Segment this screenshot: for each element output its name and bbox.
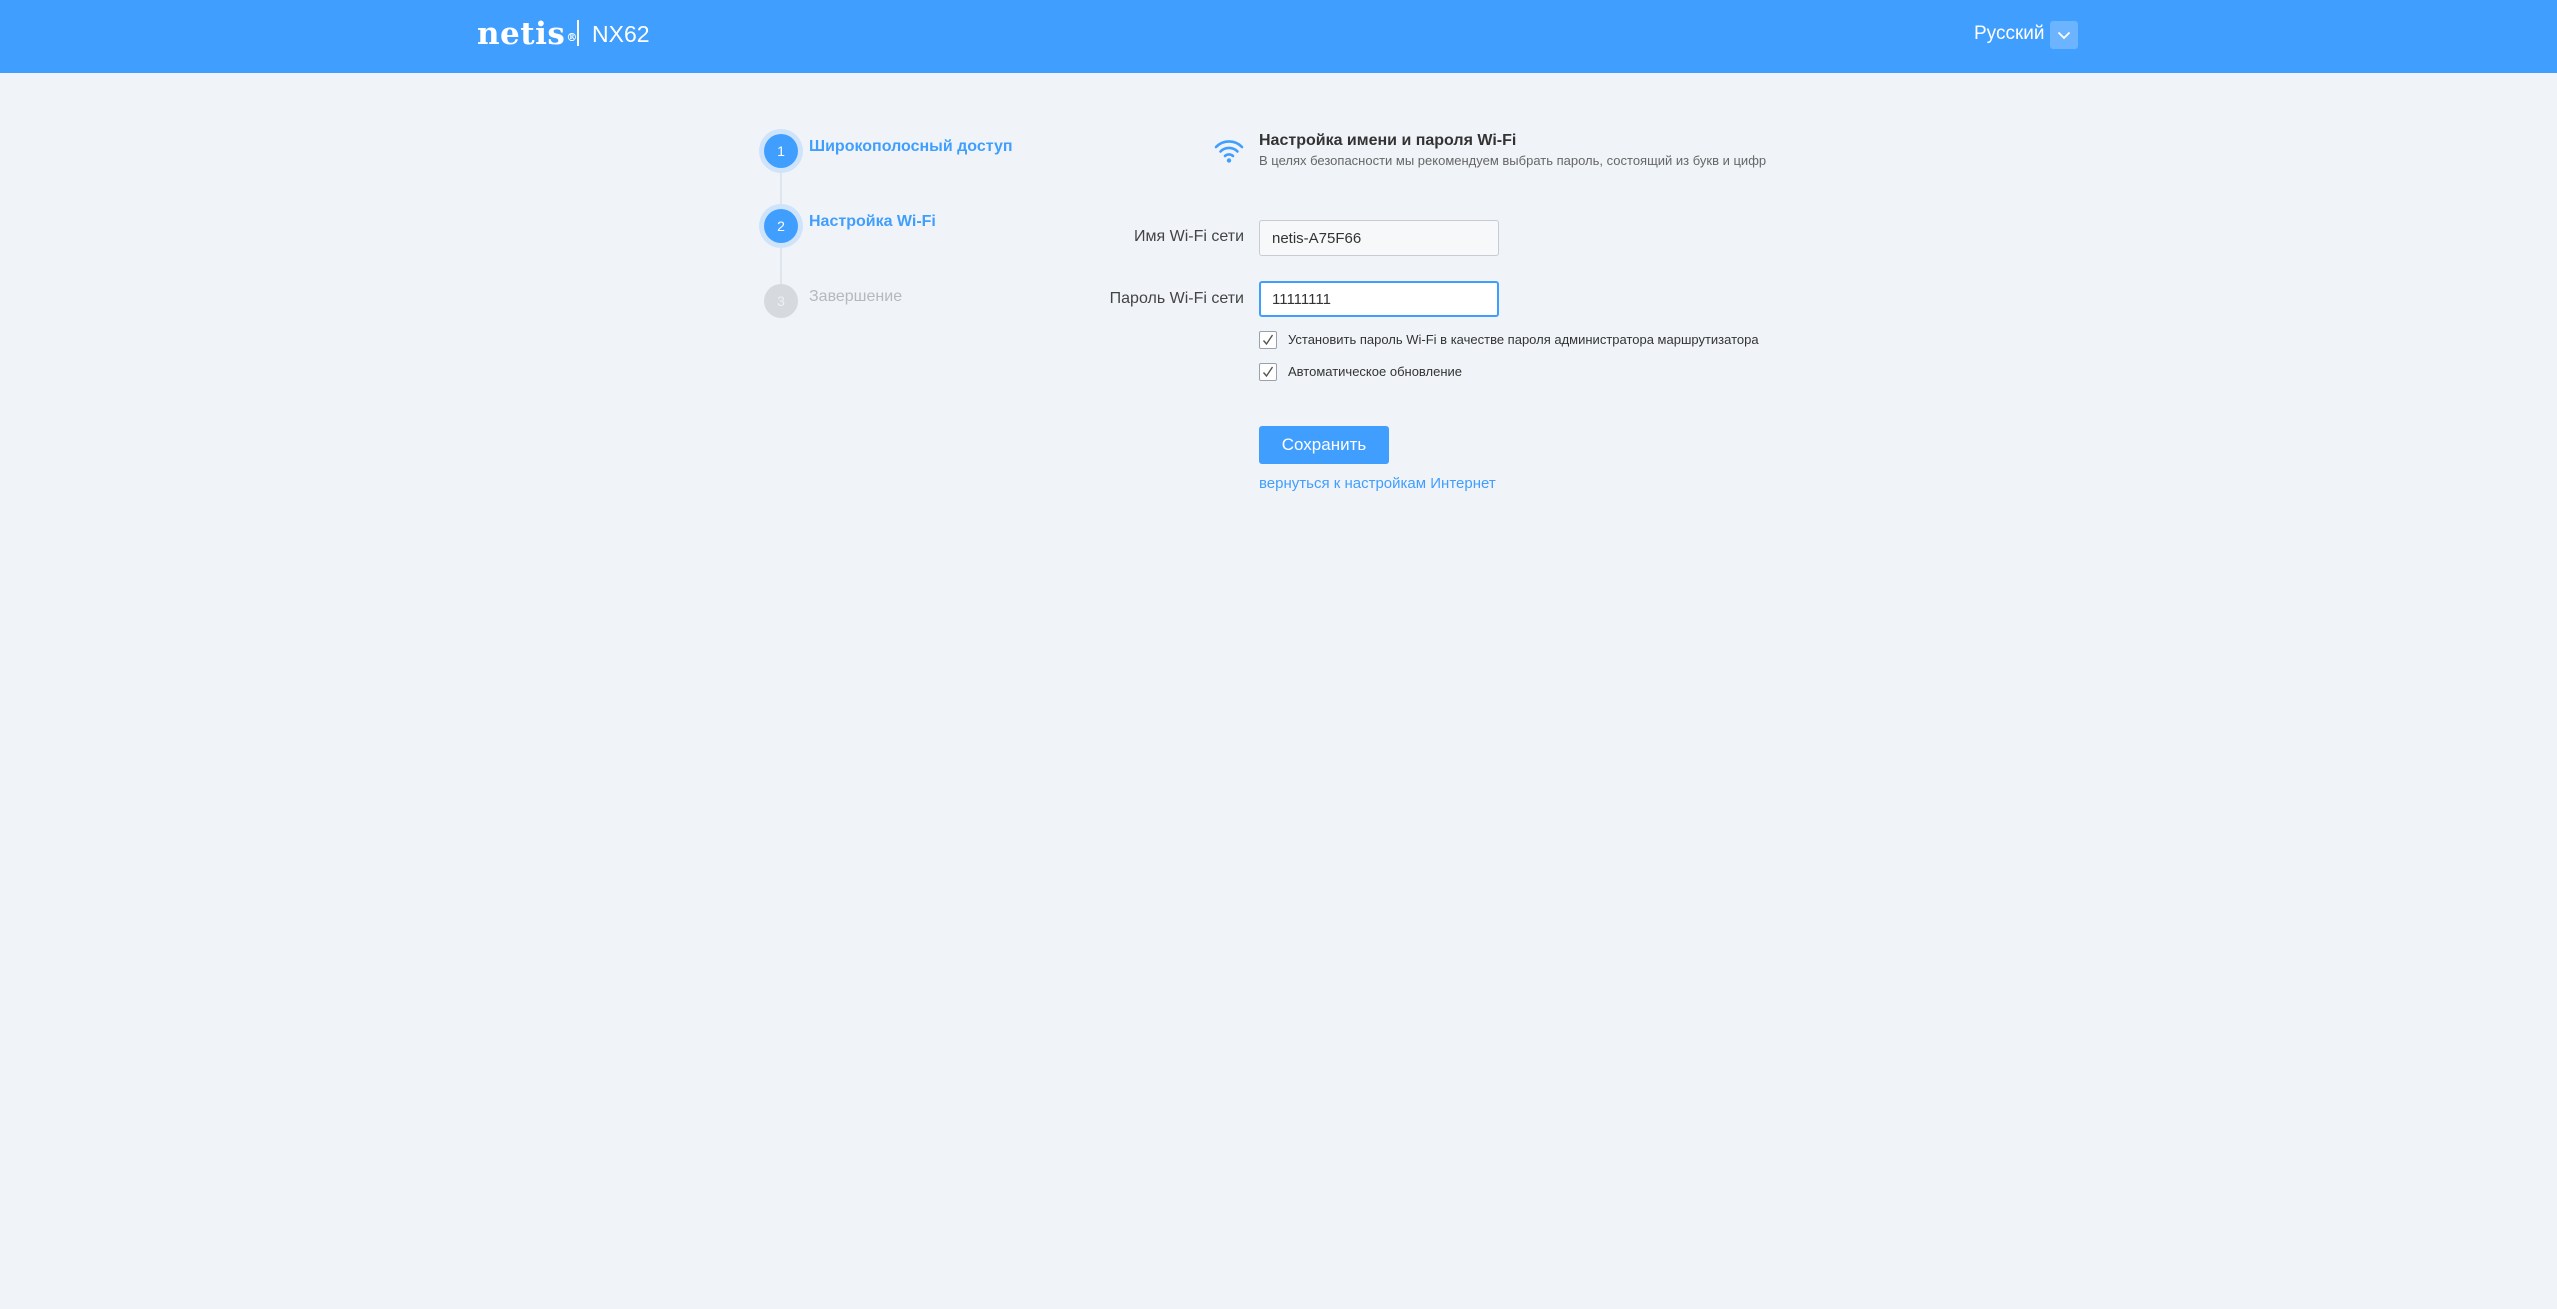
password-label: Пароль Wi-Fi сети	[1109, 290, 1244, 307]
save-button[interactable]: Сохранить	[1259, 426, 1389, 464]
brand-name: netis	[477, 16, 566, 52]
checkmark-icon	[1262, 334, 1274, 346]
top-header-bar: netis® NX62 Русский	[0, 0, 2557, 73]
language-dropdown-button[interactable]	[2050, 21, 2078, 49]
step-connector	[780, 243, 782, 286]
auto-update-checkbox-row[interactable]: Автоматическое обновление	[1259, 362, 1462, 382]
logo-divider	[577, 20, 579, 46]
model-name: NX62	[592, 21, 650, 47]
back-to-internet-settings-link[interactable]: вернуться к настройкам Интернет	[1259, 473, 1496, 495]
checkmark-icon	[1262, 366, 1274, 378]
step-3-label: Завершение	[809, 288, 903, 305]
chevron-down-icon	[2057, 31, 2071, 39]
auto-update-checkbox-label: Автоматическое обновление	[1288, 364, 1463, 379]
admin-password-checkbox[interactable]	[1259, 331, 1277, 349]
step-number: 1	[777, 143, 785, 159]
ssid-input[interactable]	[1259, 220, 1499, 256]
admin-password-checkbox-label: Установить пароль Wi-Fi в качестве парол…	[1288, 332, 1759, 347]
step-2-indicator: 2	[764, 209, 798, 243]
netis-logo: netis®	[477, 14, 578, 54]
step-3-indicator: 3	[764, 284, 798, 318]
step-1-indicator: 1	[764, 134, 798, 168]
step-number: 2	[777, 218, 785, 234]
admin-password-checkbox-row[interactable]: Установить пароль Wi-Fi в качестве парол…	[1259, 330, 1759, 350]
step-1-label: Широкополосный доступ	[809, 138, 1013, 155]
language-label[interactable]: Русский	[1974, 20, 2045, 48]
ssid-label: Имя Wi-Fi сети	[1134, 228, 1244, 245]
step-connector	[780, 168, 782, 210]
section-title: Настройка имени и пароля Wi-Fi	[1259, 132, 1517, 149]
auto-update-checkbox[interactable]	[1259, 363, 1277, 381]
step-number: 3	[777, 293, 785, 309]
password-input[interactable]	[1259, 281, 1499, 317]
wifi-icon	[1214, 140, 1244, 163]
step-2-label: Настройка Wi-Fi	[809, 213, 936, 230]
section-subtitle: В целях безопасности мы рекомендуем выбр…	[1259, 153, 1767, 168]
